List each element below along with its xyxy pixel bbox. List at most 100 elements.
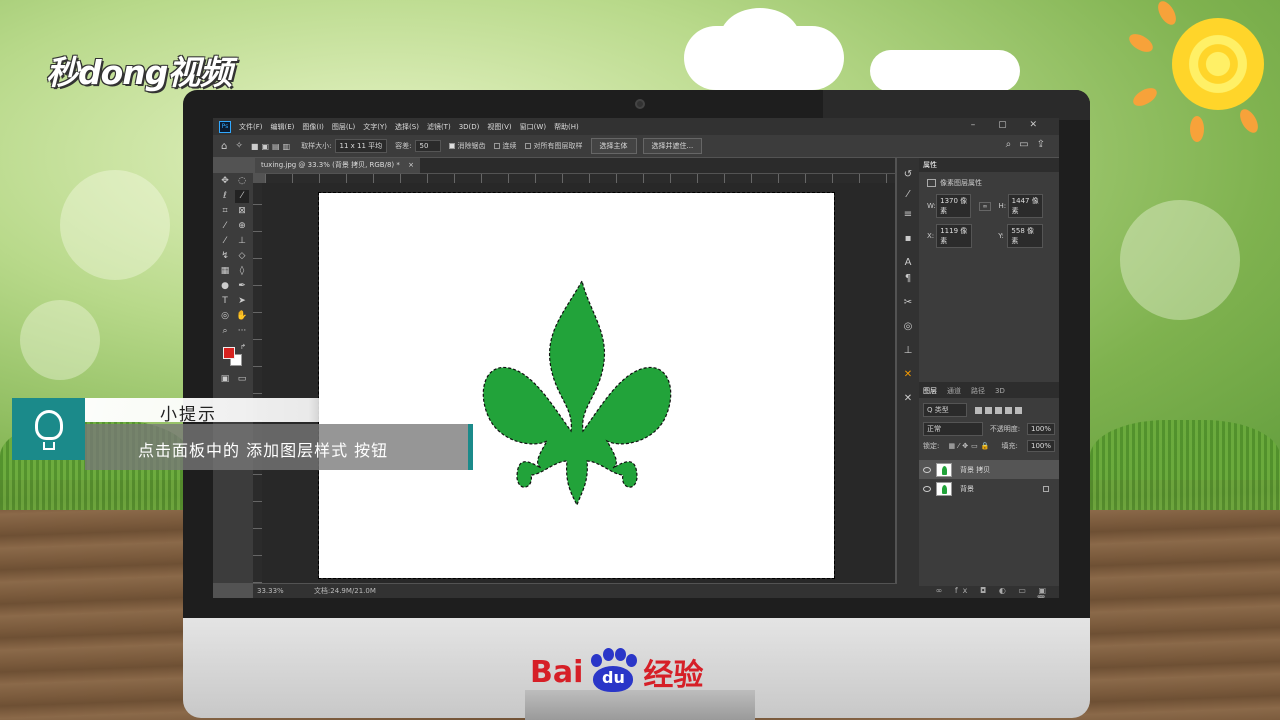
magic-wand-tool-icon[interactable]: ⁄ xyxy=(235,190,249,203)
tools-panel: ✥ ◌ ℓ ⁄ ⌗ ⊠ ⁄ ⊕ ⁄ ⊥ ↯ ◇ ▦ ◊ ● ✒ T ➤ ◎ ✋ … xyxy=(213,173,253,583)
blur-tool-icon[interactable]: ◊ xyxy=(235,265,249,278)
clone-source-icon[interactable]: ⊥ xyxy=(901,344,915,358)
eyedropper-tool-icon[interactable]: ⁄ xyxy=(218,220,232,233)
layer-kind-filter[interactable]: Q 类型 xyxy=(923,403,967,417)
history-brush-icon[interactable]: ↯ xyxy=(218,250,232,263)
tolerance-input[interactable]: 50 xyxy=(414,140,441,152)
link-icon[interactable]: ∞ xyxy=(979,201,991,211)
select-and-mask-button[interactable]: 选择并遮住... xyxy=(642,138,703,154)
lock-row: 锁定: ▦⁄✥▭🔒 填充: 100% xyxy=(923,440,1055,452)
menu-3d[interactable]: 3D(D) xyxy=(459,123,480,131)
history-icon[interactable]: ↺ xyxy=(901,168,915,182)
height-input[interactable]: 1447 像素 xyxy=(1007,194,1043,218)
filter-pixel-icon[interactable] xyxy=(975,406,982,414)
tab-properties[interactable]: 属性 xyxy=(923,160,937,170)
menu-filter[interactable]: 滤镜(T) xyxy=(427,122,451,132)
paragraph-icon[interactable]: ¶ xyxy=(901,272,915,286)
zoom-level[interactable]: 33.33% xyxy=(257,587,284,595)
swatches-icon[interactable]: ▪ xyxy=(901,232,915,246)
swap-colors-icon[interactable]: ↱ xyxy=(236,341,250,354)
tab-paths[interactable]: 路径 xyxy=(971,386,985,396)
menu-select[interactable]: 选择(S) xyxy=(395,122,419,132)
tab-channels[interactable]: 通道 xyxy=(947,386,961,396)
layer-footer-buttons[interactable]: ∞ fx ◘ ◐ ▭ ▣ 🗑 xyxy=(919,586,1059,598)
lasso-tool-icon[interactable]: ℓ xyxy=(218,190,232,203)
document-tab[interactable]: tuxing.jpg @ 33.3% (背景 拷贝, RGB/8) * × xyxy=(255,158,420,173)
window-controls[interactable]: – ▢ ✕ xyxy=(971,120,1047,130)
visibility-eye-icon[interactable] xyxy=(923,485,931,492)
filter-adjust-icon[interactable] xyxy=(985,406,992,414)
selection-mode-icons[interactable]: ■▣▤▥ xyxy=(251,142,293,151)
select-subject-button[interactable]: 选择主体 xyxy=(590,138,637,154)
hand-tool-icon[interactable]: ✋ xyxy=(235,310,249,323)
gradient-tool-icon[interactable]: ▦ xyxy=(218,265,232,278)
contiguous-checkbox[interactable]: 连续 xyxy=(493,141,517,151)
brush-tool-icon[interactable]: ⁄ xyxy=(218,235,232,248)
width-input[interactable]: 1370 像素 xyxy=(936,194,972,218)
canvas-area[interactable] xyxy=(262,183,895,583)
cloud xyxy=(720,8,800,68)
menu-help[interactable]: 帮助(H) xyxy=(554,122,579,132)
sample-size-select[interactable]: 11 x 11 平均 xyxy=(334,139,388,153)
move-tool-icon[interactable]: ✥ xyxy=(218,175,232,188)
healing-tool-icon[interactable]: ⊕ xyxy=(235,220,249,233)
path-selection-icon[interactable]: ➤ xyxy=(235,295,249,308)
3d-icon[interactable]: ◎ xyxy=(901,320,915,334)
sample-all-check-icon xyxy=(524,143,531,149)
search-workspace-share-icons[interactable]: ⌕▭⇪ xyxy=(1006,139,1053,150)
frame-tool-icon[interactable]: ⊠ xyxy=(235,205,249,218)
menu-edit[interactable]: 编辑(E) xyxy=(271,122,295,132)
pen-tool-icon[interactable]: ✒ xyxy=(235,280,249,293)
opacity-input[interactable]: 100% xyxy=(1026,423,1055,435)
close-icon[interactable]: × xyxy=(408,161,414,169)
tolerance-label: 容差: xyxy=(395,142,412,150)
timeline-icon[interactable]: ✕ xyxy=(901,392,915,406)
adjustments-icon[interactable]: ≡ xyxy=(901,208,915,222)
menu-window[interactable]: 窗口(W) xyxy=(520,122,546,132)
tab-3d[interactable]: 3D xyxy=(995,387,1005,395)
sample-all-layers-checkbox[interactable]: 对所有图层取样 xyxy=(524,141,583,151)
antialias-checkbox[interactable]: 消除锯齿 xyxy=(448,141,486,151)
character-icon[interactable]: A xyxy=(901,256,915,270)
type-tool-icon[interactable]: T xyxy=(218,295,232,308)
shape-tool-icon[interactable]: ◎ xyxy=(218,310,232,323)
document-canvas[interactable] xyxy=(318,192,835,579)
filter-smart-icon[interactable] xyxy=(1015,406,1022,414)
magic-wand-preset-icon[interactable]: ✧ xyxy=(235,141,243,151)
menu-view[interactable]: 视图(V) xyxy=(487,122,511,132)
menu-image[interactable]: 图像(I) xyxy=(302,122,324,132)
brush-settings-icon[interactable]: ⁄ xyxy=(901,188,915,202)
dodge-tool-icon[interactable]: ● xyxy=(218,280,232,293)
zoom-tool-icon[interactable]: ⌕ xyxy=(218,325,232,338)
home-icon[interactable]: ⌂ xyxy=(221,141,227,152)
filter-type-icon[interactable] xyxy=(995,406,1002,414)
document-tab-bar: tuxing.jpg @ 33.3% (背景 拷贝, RGB/8) * × xyxy=(255,158,895,173)
menu-file[interactable]: 文件(F) xyxy=(239,122,263,132)
visibility-eye-icon[interactable] xyxy=(923,466,931,473)
eraser-tool-icon[interactable]: ◇ xyxy=(235,250,249,263)
document-size[interactable]: 文档:24.9M/21.0M xyxy=(314,587,376,595)
layer-row[interactable]: 背景 拷贝 xyxy=(919,460,1059,479)
properties-header: 像素图层属性 xyxy=(927,178,1051,188)
y-input[interactable]: 558 像素 xyxy=(1007,224,1043,248)
tab-layers[interactable]: 图层 xyxy=(923,386,937,396)
layers-panel: 图层 通道 路径 3D Q 类型 正常 不透明度: 100% 锁定: ▦⁄✥▭🔒 xyxy=(919,382,1059,598)
menu-type[interactable]: 文字(Y) xyxy=(363,122,387,132)
marquee-tool-icon[interactable]: ◌ xyxy=(235,175,249,188)
x-input[interactable]: 1119 像素 xyxy=(936,224,972,248)
tool-presets-icon[interactable]: ✂ xyxy=(901,296,915,310)
stamp-tool-icon[interactable]: ⊥ xyxy=(235,235,249,248)
fill-input[interactable]: 100% xyxy=(1026,440,1055,452)
menu-layer[interactable]: 图层(L) xyxy=(332,122,355,132)
layer-row[interactable]: 背景 xyxy=(919,479,1059,498)
blend-mode-select[interactable]: 正常 xyxy=(923,422,983,436)
highlighted-tools-icon[interactable]: ✕ xyxy=(901,368,915,382)
screen-mode-icon[interactable]: ▭ xyxy=(235,373,249,386)
lock-icons[interactable]: ▦⁄✥▭🔒 xyxy=(948,442,992,450)
foreground-color-swatch[interactable] xyxy=(223,347,235,359)
quick-mask-icon[interactable]: ▣ xyxy=(218,373,232,386)
layer-name: 背景 xyxy=(960,484,974,493)
filter-shape-icon[interactable] xyxy=(1005,406,1012,414)
more-tools-icon[interactable]: ··· xyxy=(235,325,249,338)
crop-tool-icon[interactable]: ⌗ xyxy=(218,205,232,218)
